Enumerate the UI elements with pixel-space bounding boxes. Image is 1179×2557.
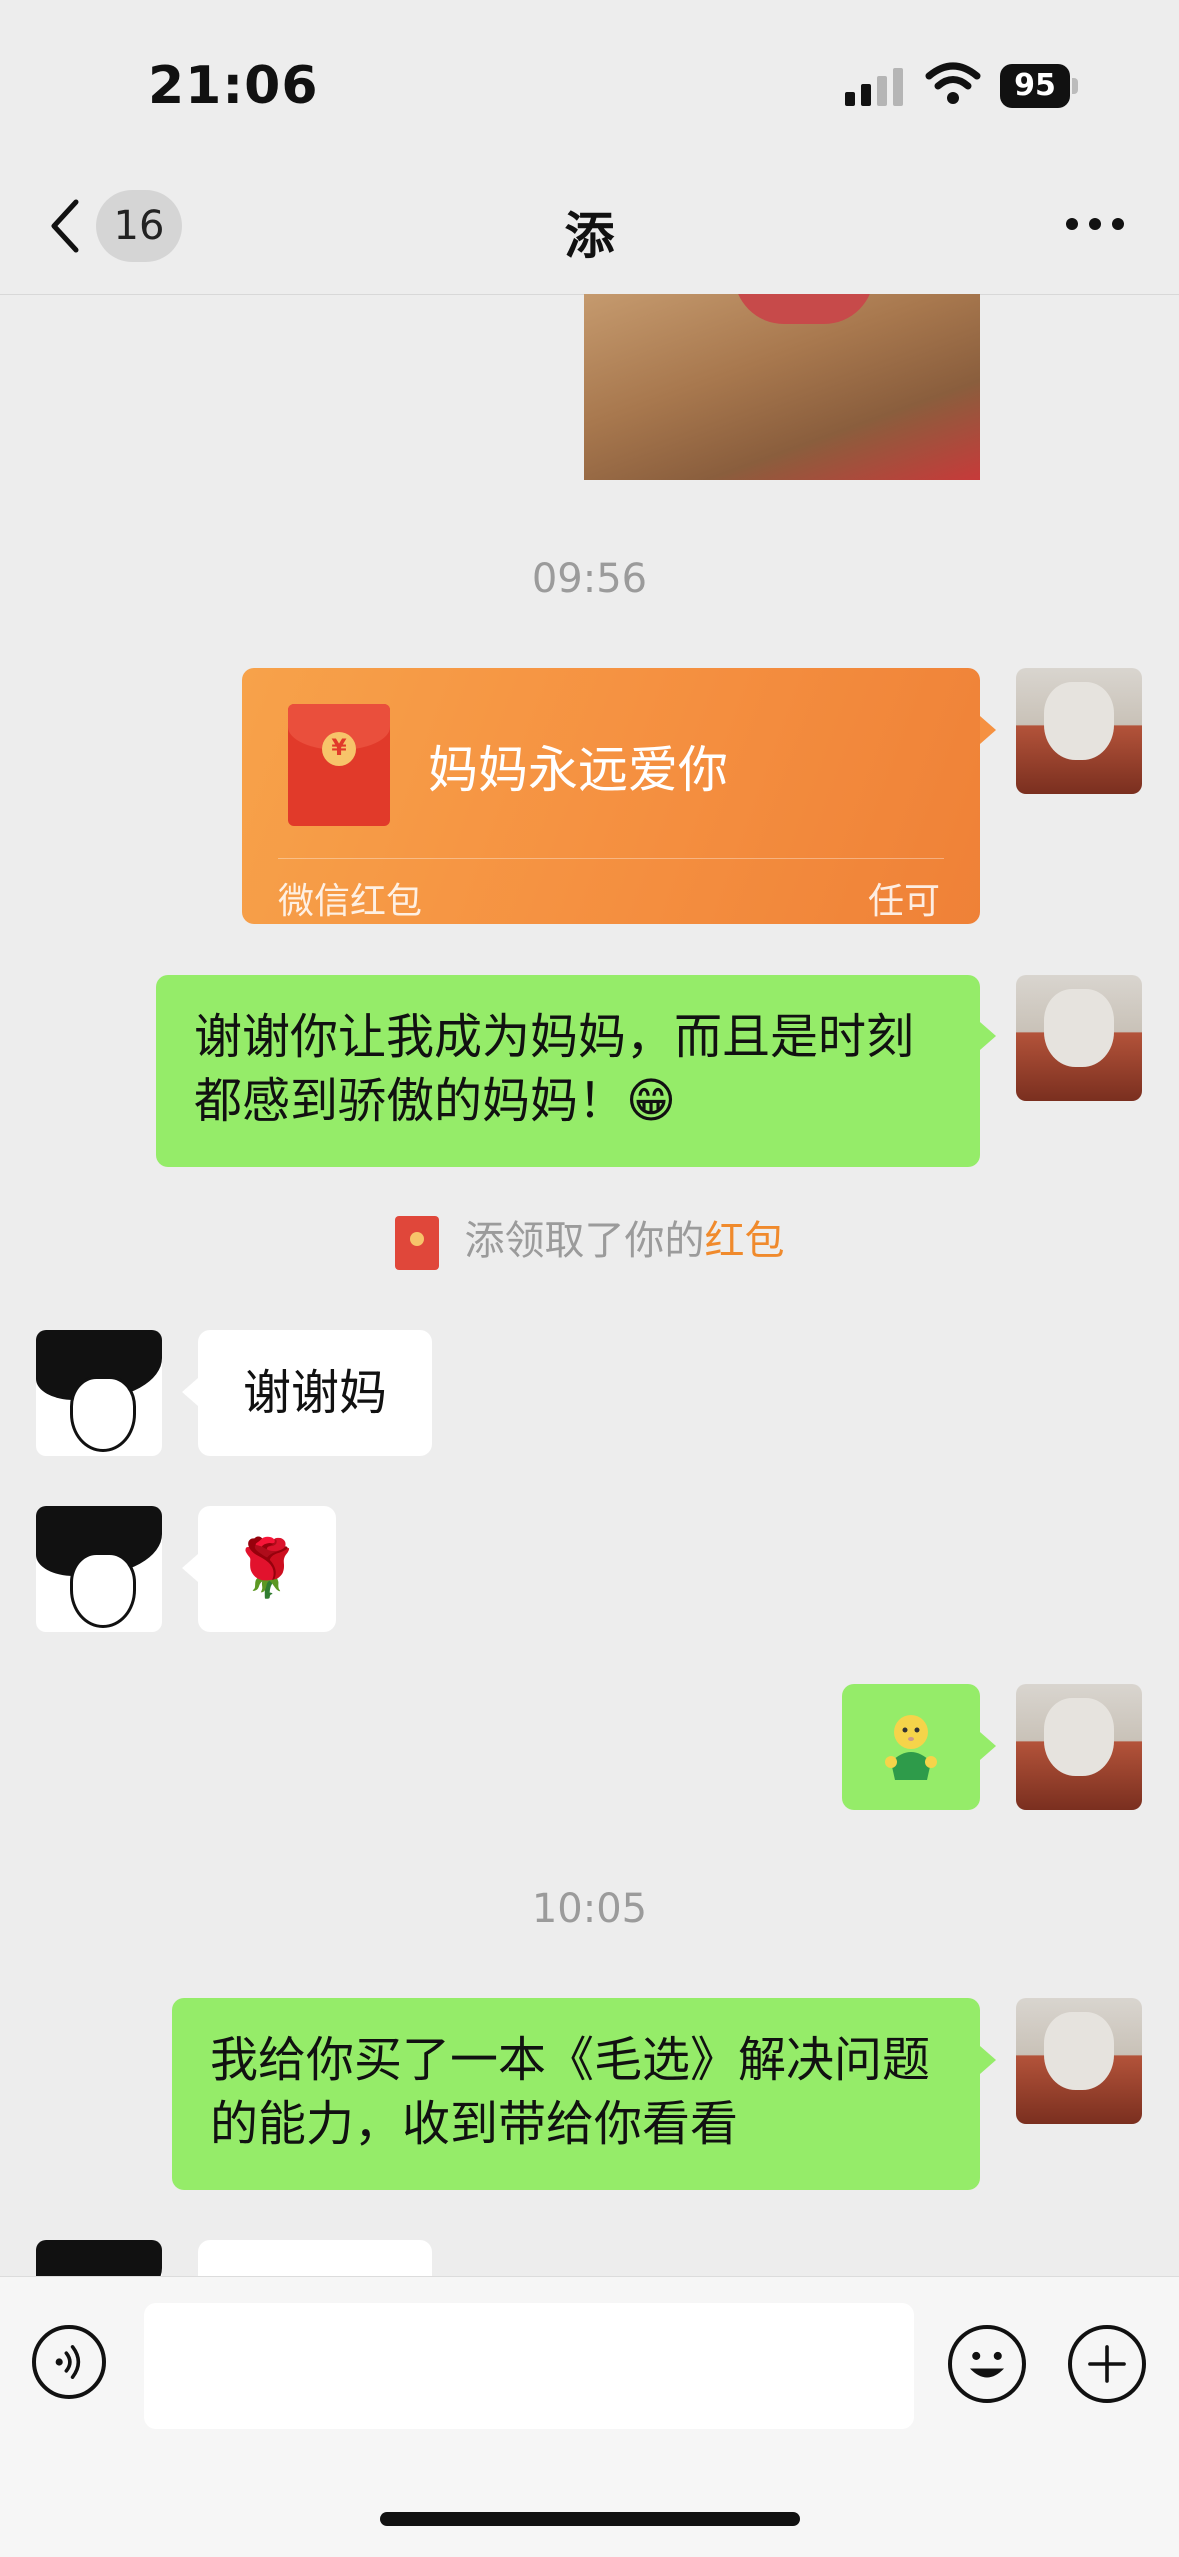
red-packet-divider	[278, 858, 944, 859]
home-indicator	[380, 2512, 800, 2526]
system-notice-text: 添领取了你的	[464, 1218, 705, 1264]
avatar-face	[70, 1376, 136, 1452]
red-packet-link[interactable]: 红包	[705, 1218, 785, 1264]
rose-emoji: 🌹	[232, 1536, 302, 1601]
image-message-detail	[734, 294, 874, 324]
bubble-tail	[182, 1554, 198, 1582]
my-avatar[interactable]	[1016, 668, 1142, 794]
my-avatar[interactable]	[1016, 1998, 1142, 2124]
avatar-face	[70, 1552, 136, 1628]
cellular-signal-icon	[845, 68, 903, 106]
received-message-bubble[interactable]	[198, 2240, 432, 2276]
avatar-cat	[1044, 682, 1114, 760]
emoji-icon[interactable]	[948, 2325, 1026, 2403]
plus-icon[interactable]	[1068, 2325, 1146, 2403]
red-packet-tail	[980, 716, 996, 744]
avatar-cat	[1044, 2012, 1114, 2090]
red-packet-greeting: 妈妈永远爱你	[428, 741, 728, 799]
system-notice: 添领取了你的红包	[0, 1208, 1179, 1270]
message-input[interactable]	[144, 2303, 914, 2429]
bubble-tail	[980, 1022, 996, 1050]
yuan-coin-icon: ¥	[322, 732, 356, 766]
sent-message-bubble[interactable]: 我给你买了一本《毛选》解决问题的能力，收到带给你看看	[172, 1998, 980, 2190]
avatar-cat	[1044, 989, 1114, 1067]
status-bar: 21:06 95	[0, 0, 1179, 160]
wifi-icon	[925, 62, 981, 104]
doll-emoji-icon	[885, 1715, 937, 1780]
bubble-tail	[980, 2046, 996, 2074]
my-avatar[interactable]	[1016, 1684, 1142, 1810]
more-dots-icon[interactable]	[1060, 204, 1130, 244]
voice-icon[interactable]	[32, 2325, 106, 2399]
received-message-bubble[interactable]: 谢谢妈	[198, 1330, 432, 1456]
red-packet-small-icon	[394, 1216, 439, 1270]
my-avatar[interactable]	[1016, 975, 1142, 1101]
sent-emoji-bubble[interactable]	[842, 1684, 980, 1810]
contact-avatar[interactable]	[36, 2240, 162, 2276]
timestamp: 10:05	[531, 1886, 648, 1932]
avatar-cat	[1044, 1698, 1114, 1776]
status-time: 21:06	[148, 56, 319, 116]
battery-indicator: 95	[1000, 64, 1078, 108]
red-packet-icon: ¥	[288, 704, 390, 826]
battery-tip	[1072, 78, 1078, 94]
red-packet-label: 微信红包	[278, 881, 423, 922]
red-packet-message[interactable]: ¥ 妈妈永远爱你 微信红包 任可	[242, 668, 980, 924]
bubble-tail	[980, 1732, 996, 1760]
timestamp: 09:56	[531, 556, 648, 602]
battery-level: 95	[1000, 64, 1070, 108]
chat-nav-bar: 16 添	[0, 160, 1179, 295]
chat-title: 添	[564, 207, 615, 265]
received-emoji-bubble[interactable]: 🌹	[198, 1506, 336, 1632]
bubble-tail	[182, 1378, 198, 1406]
image-message[interactable]	[584, 294, 980, 480]
red-packet-note: 任可	[867, 881, 940, 922]
avatar-hair	[36, 2240, 162, 2276]
sent-message-bubble[interactable]: 谢谢你让我成为妈妈，而且是时刻都感到骄傲的妈妈！😁	[156, 975, 980, 1167]
contact-avatar[interactable]	[36, 1330, 162, 1456]
contact-avatar[interactable]	[36, 1506, 162, 1632]
